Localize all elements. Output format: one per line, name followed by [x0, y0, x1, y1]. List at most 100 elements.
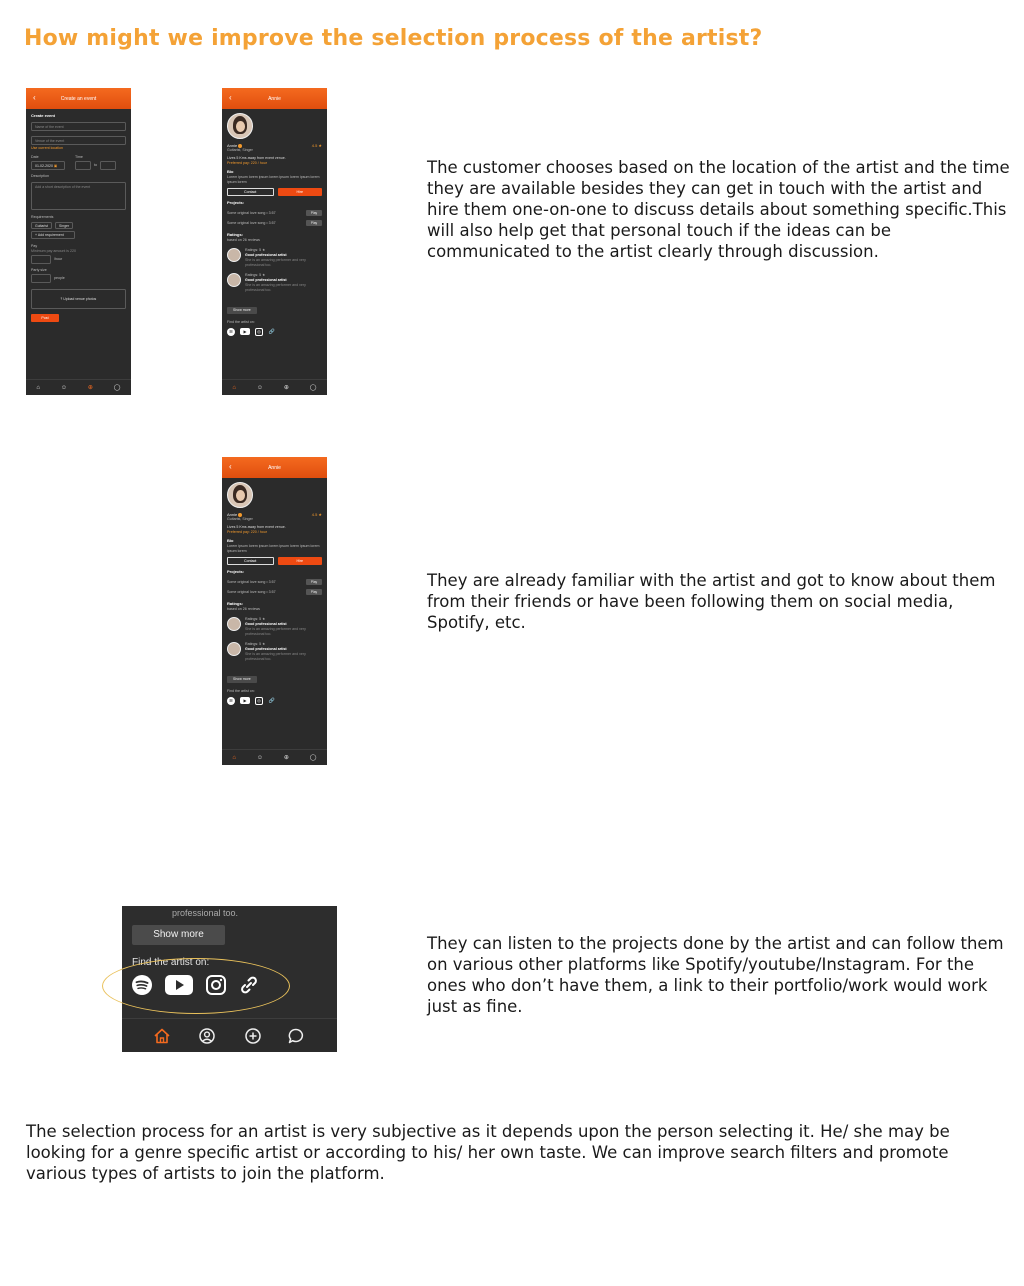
add-icon[interactable]: ⊕	[88, 384, 93, 391]
create-event-header: ‹ Create an event	[26, 88, 131, 109]
project-title: Some original love song • 3:57	[227, 579, 276, 584]
party-unit: people	[54, 276, 65, 280]
requirement-tag[interactable]: Singer	[55, 222, 74, 229]
description-field[interactable]: Add a short description of the event	[31, 182, 126, 210]
screen-title: Create an event	[60, 95, 97, 102]
bio-text: Lorem ipsum lorem ipsum lorem ipsum lore…	[227, 175, 320, 184]
link-icon[interactable]: 🔗	[268, 697, 276, 705]
time-to-field[interactable]	[100, 161, 116, 170]
project-row: Some original love song • 3:57 Play	[227, 589, 322, 595]
add-requirement-button[interactable]: + Add requirement	[31, 231, 75, 239]
chat-icon[interactable]: ◯	[310, 754, 317, 761]
review-body: She is an amazing performer and very pro…	[245, 258, 306, 267]
youtube-icon[interactable]: ▶	[240, 328, 250, 335]
artist-genre: Guitarist, Singer	[227, 148, 253, 152]
artist-profile-screen: ‹ Annie Annie 4.5 ★ Guitarist, Singer Li…	[222, 88, 327, 395]
reviewer-avatar	[227, 273, 241, 287]
spotify-icon[interactable]: ≋	[227, 696, 235, 705]
contact-button[interactable]: Contact	[227, 188, 274, 196]
contact-button[interactable]: Contact	[227, 557, 274, 565]
insight-paragraph-2: They are already familiar with the artis…	[427, 571, 996, 632]
show-more-button[interactable]: Show more	[132, 925, 225, 945]
find-artist-label: Find the artist on:	[227, 319, 255, 324]
link-icon[interactable]: 🔗	[268, 328, 276, 336]
artist-avatar	[227, 113, 253, 139]
bio-text: Lorem ipsum lorem ipsum lorem ipsum lore…	[227, 544, 320, 553]
upload-photos-button[interactable]: ⤒ Upload venue photos	[31, 289, 126, 309]
project-row: Some original love song • 3:57 Play	[227, 579, 322, 585]
preferred-pay: Preferred pay: 220 / hour	[227, 530, 267, 534]
ratings-count: based on 26 reviews	[227, 607, 260, 611]
cropped-review-text: professional too.	[172, 908, 239, 918]
add-icon[interactable]: ⊕	[284, 384, 289, 391]
spotify-icon[interactable]: ≋	[227, 327, 235, 336]
description-label: Description	[31, 174, 49, 178]
bottom-nav: ⌂ ☺ ⊕ ◯	[26, 379, 131, 395]
date-field[interactable]: 01-02-2020 ▣	[31, 161, 65, 170]
artist-genre: Guitarist, Singer	[227, 517, 253, 521]
back-icon[interactable]: ‹	[33, 93, 36, 103]
home-icon[interactable]: ⌂	[36, 385, 40, 391]
chat-icon[interactable]	[287, 1027, 305, 1045]
reviewer-avatar	[227, 617, 241, 631]
add-icon[interactable]: ⊕	[284, 754, 289, 761]
bottom-nav: ⌂ ☺ ⊕ ◯	[222, 379, 327, 395]
pay-unit: /hour	[54, 257, 63, 261]
show-more-button[interactable]: Show more	[227, 306, 257, 314]
profile-icon[interactable]	[198, 1027, 216, 1045]
instagram-icon[interactable]: ◎	[255, 696, 263, 705]
post-button[interactable]: Post	[31, 314, 59, 322]
requirement-tag[interactable]: Guitarist	[31, 222, 53, 229]
party-size-field[interactable]	[31, 274, 51, 283]
home-icon[interactable]	[153, 1027, 171, 1045]
project-row: Some original love song • 3:57 Play	[227, 210, 322, 216]
time-to-label: to	[94, 163, 97, 167]
screen-title: Annie	[268, 464, 281, 471]
profile-icon[interactable]: ☺	[257, 755, 263, 761]
requirements-label: Requirements	[31, 215, 54, 219]
play-button[interactable]: Play	[306, 220, 322, 226]
project-row: Some original love song • 3:57 Play	[227, 220, 322, 226]
artist-header: ‹ Annie	[222, 88, 327, 109]
insight-paragraph-3: They can listen to the projects done by …	[427, 934, 1004, 1016]
section-title: Create event	[31, 113, 56, 118]
home-icon[interactable]: ⌂	[232, 755, 236, 761]
show-more-button[interactable]: Show more	[227, 675, 257, 683]
event-name-field[interactable]: Name of the event	[31, 122, 126, 131]
upload-label: Upload venue photos	[63, 297, 97, 301]
play-button[interactable]: Play	[306, 579, 322, 585]
review-item: Ratings: 5 ★ Good professional artist Sh…	[227, 617, 322, 637]
back-icon[interactable]: ‹	[229, 93, 232, 103]
find-artist-label: Find the artist on:	[227, 688, 255, 693]
time-from-field[interactable]	[75, 161, 91, 170]
project-title: Some original love song • 3:57	[227, 210, 276, 215]
bottom-nav: ⌂ ☺ ⊕ ◯	[222, 749, 327, 765]
profile-icon[interactable]: ☺	[61, 385, 67, 391]
play-button[interactable]: Play	[306, 589, 322, 595]
play-button[interactable]: Play	[306, 210, 322, 216]
create-event-screen: ‹ Create an event Create event Name of t…	[26, 88, 131, 395]
profile-icon[interactable]: ☺	[257, 385, 263, 391]
back-icon[interactable]: ‹	[229, 462, 232, 472]
artist-rating: 4.5 ★	[311, 512, 322, 517]
pay-field[interactable]	[31, 255, 51, 264]
hire-button[interactable]: Hire	[277, 188, 322, 196]
instagram-icon[interactable]: ◎	[255, 327, 263, 336]
calendar-icon: ▣	[53, 164, 58, 168]
project-title: Some original love song • 3:57	[227, 589, 276, 594]
review-body: She is an amazing performer and very pro…	[245, 627, 306, 636]
date-value: 01-02-2020	[35, 164, 53, 168]
bottom-nav	[122, 1018, 337, 1052]
chat-icon[interactable]: ◯	[114, 384, 121, 391]
hire-button[interactable]: Hire	[277, 557, 322, 565]
youtube-icon[interactable]: ▶	[240, 697, 250, 704]
projects-label: Projects:	[227, 569, 245, 574]
ratings-count: based on 26 reviews	[227, 238, 260, 242]
use-location-link[interactable]: Use current location	[31, 146, 126, 151]
add-icon[interactable]	[244, 1027, 262, 1045]
chat-icon[interactable]: ◯	[310, 384, 317, 391]
home-icon[interactable]: ⌂	[232, 385, 236, 391]
venue-field[interactable]: Venue of the event	[31, 136, 126, 145]
artist-avatar	[227, 482, 253, 508]
insight-paragraph-1: The customer chooses based on the locati…	[427, 158, 1010, 261]
